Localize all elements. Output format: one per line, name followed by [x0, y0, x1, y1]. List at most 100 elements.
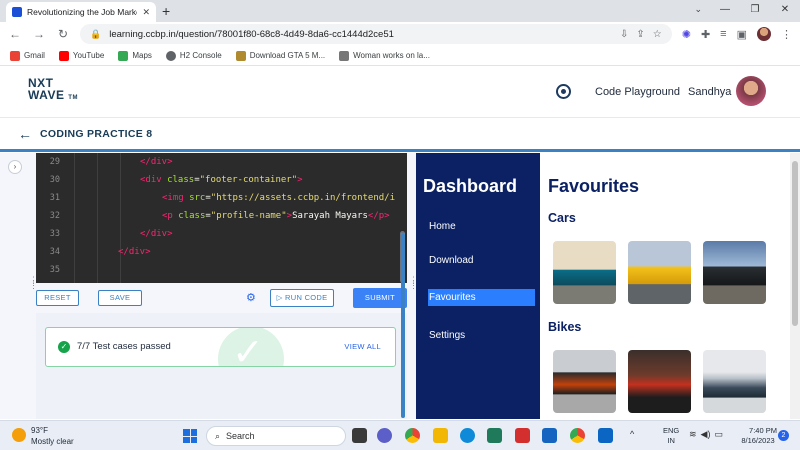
- restore-icon[interactable]: ❐: [740, 0, 770, 22]
- nav-item-favourites[interactable]: Favourites: [428, 289, 535, 306]
- nav-item-home[interactable]: Home: [429, 221, 456, 232]
- side-panel-icon[interactable]: ▣: [737, 28, 747, 41]
- wps-icon[interactable]: [515, 428, 530, 443]
- expand-sidebar-icon[interactable]: ›: [8, 160, 22, 174]
- save-button[interactable]: SAVE: [98, 290, 142, 306]
- globe-icon: [165, 50, 176, 61]
- gear-icon[interactable]: ⚙: [246, 291, 256, 304]
- section-heading-bikes: Bikes: [548, 320, 582, 334]
- nav-item-download[interactable]: Download: [429, 255, 473, 266]
- line-number: 30: [49, 175, 60, 185]
- bookmark-star-icon[interactable]: ☆: [653, 29, 662, 40]
- url-text[interactable]: learning.ccbp.in/question/78001f80-68c8-…: [109, 29, 612, 40]
- lock-icon[interactable]: 🔒: [90, 29, 101, 40]
- username[interactable]: Sandhya: [688, 86, 731, 98]
- check-watermark-icon: [218, 328, 284, 366]
- panel-scrollbar-thumb[interactable]: [401, 233, 405, 418]
- code-line[interactable]: 34 </div>: [36, 243, 407, 261]
- code-text[interactable]: </div>: [118, 247, 151, 257]
- new-tab-button[interactable]: +: [162, 3, 170, 19]
- wifi-icon[interactable]: ≋: [689, 429, 697, 440]
- avatar[interactable]: [736, 76, 766, 106]
- code-playground-link[interactable]: Code Playground: [595, 86, 680, 98]
- browser-menu-icon[interactable]: ⋮: [781, 28, 792, 41]
- timer-icon[interactable]: [556, 84, 571, 99]
- minimize-icon[interactable]: —: [710, 0, 740, 22]
- site-icon: [339, 50, 350, 61]
- battery-icon[interactable]: ▭: [714, 429, 723, 440]
- forward-icon[interactable]: →: [32, 27, 46, 41]
- weather-description[interactable]: Mostly clear: [31, 437, 74, 446]
- youtube-icon: [58, 50, 69, 61]
- tab-search-icon[interactable]: ⌄: [694, 4, 702, 15]
- reset-button[interactable]: RESET: [36, 290, 79, 306]
- photos-icon[interactable]: [598, 428, 613, 443]
- weather-temperature[interactable]: 93°F: [31, 426, 48, 435]
- notepad-icon[interactable]: [542, 428, 557, 443]
- code-line[interactable]: 31 <img src="https://assets.ccbp.in/front…: [36, 189, 407, 207]
- task-view-icon[interactable]: [352, 428, 367, 443]
- back-arrow-icon[interactable]: ←: [18, 126, 32, 142]
- clock-time[interactable]: 7:40 PM: [746, 426, 780, 435]
- code-editor[interactable]: 29 </div> 30 <div class="footer-container">…: [36, 153, 407, 283]
- preview-scrollbar[interactable]: [790, 153, 800, 419]
- notification-badge[interactable]: 2: [778, 430, 789, 441]
- volume-icon[interactable]: ◀): [701, 429, 711, 440]
- taskbar-search[interactable]: ⌕ Search: [206, 426, 346, 446]
- code-text[interactable]: </div>: [140, 157, 173, 167]
- windows-start-icon[interactable]: [183, 429, 197, 443]
- tab-title: Revolutionizing the Job Market | N: [27, 7, 137, 17]
- code-line[interactable]: 35: [36, 261, 407, 279]
- chrome-icon[interactable]: [405, 428, 420, 443]
- clock-date[interactable]: 8/16/2023: [738, 436, 778, 445]
- search-icon: ⌕: [215, 430, 221, 441]
- nxtwave-logo[interactable]: NXT WAVE TM: [28, 77, 78, 104]
- submit-button[interactable]: SUBMIT: [353, 288, 407, 308]
- nav-item-settings[interactable]: Settings: [429, 330, 465, 341]
- view-all-link[interactable]: VIEW ALL: [344, 342, 381, 351]
- code-line[interactable]: 29 </div>: [36, 153, 407, 171]
- line-number: 35: [49, 265, 60, 275]
- code-line[interactable]: 32 <p class="profile-name">Sarayah Mayars…: [36, 207, 407, 225]
- file-explorer-icon[interactable]: [433, 428, 448, 443]
- reload-icon[interactable]: ↻: [56, 27, 70, 41]
- reading-list-icon[interactable]: ≡: [720, 28, 726, 40]
- bookmarks-bar: Gmail YouTube Maps H2 Console Download G…: [0, 46, 800, 66]
- browser-profile-avatar[interactable]: [757, 27, 771, 41]
- code-line[interactable]: 33 </div>: [36, 225, 407, 243]
- bookmark-gta[interactable]: Download GTA 5 M...: [235, 50, 325, 61]
- bookmark-maps[interactable]: Maps: [118, 50, 152, 61]
- install-icon[interactable]: ⇩: [620, 29, 628, 40]
- windows-taskbar: 93°F Mostly clear ⌕ Search ^ ENG IN ≋ ◀)…: [0, 420, 800, 450]
- extension-flower-icon[interactable]: ✺: [682, 28, 691, 41]
- close-tab-icon[interactable]: ✕: [142, 7, 150, 18]
- workspace: › ⋮ ⋮ 29 </div> 30 <div class="footer-contai…: [0, 153, 800, 419]
- bookmark-woman-works[interactable]: Woman works on la...: [339, 50, 430, 61]
- code-text[interactable]: <p class="profile-name">Sarayah Mayars</…: [162, 211, 390, 221]
- show-hidden-icons-icon[interactable]: ^: [630, 429, 634, 439]
- maps-icon: [118, 50, 129, 61]
- code-text[interactable]: <img src="https://assets.ccbp.in/fronten…: [162, 193, 395, 203]
- close-window-icon[interactable]: ✕: [770, 0, 800, 22]
- language-indicator[interactable]: ENG IN: [663, 426, 679, 446]
- code-line[interactable]: 30 <div class="footer-container">: [36, 171, 407, 189]
- share-icon[interactable]: ⇪: [636, 29, 644, 40]
- window-controls: — ❐ ✕: [710, 0, 800, 22]
- bookmark-youtube[interactable]: YouTube: [58, 50, 104, 61]
- bookmark-h2-console[interactable]: H2 Console: [165, 50, 222, 61]
- extensions-puzzle-icon[interactable]: ✚: [701, 28, 710, 41]
- store-icon[interactable]: [487, 428, 502, 443]
- edge-icon[interactable]: [460, 428, 475, 443]
- weather-moon-icon[interactable]: [12, 428, 26, 442]
- test-summary-text: 7/7 Test cases passed: [77, 341, 171, 352]
- code-text[interactable]: </div>: [140, 229, 173, 239]
- address-bar[interactable]: 🔒 learning.ccbp.in/question/78001f80-68c…: [80, 24, 672, 44]
- run-code-button[interactable]: ▷ RUN CODE: [270, 289, 334, 307]
- code-text[interactable]: <div class="footer-container">: [140, 175, 303, 185]
- teams-chat-icon[interactable]: [377, 428, 392, 443]
- bookmark-gmail[interactable]: Gmail: [10, 50, 45, 61]
- back-icon[interactable]: ←: [8, 27, 22, 41]
- chrome-profile-icon[interactable]: [570, 428, 585, 443]
- gmail-icon: [10, 50, 20, 61]
- browser-tab[interactable]: Revolutionizing the Job Market | N ✕: [6, 2, 156, 22]
